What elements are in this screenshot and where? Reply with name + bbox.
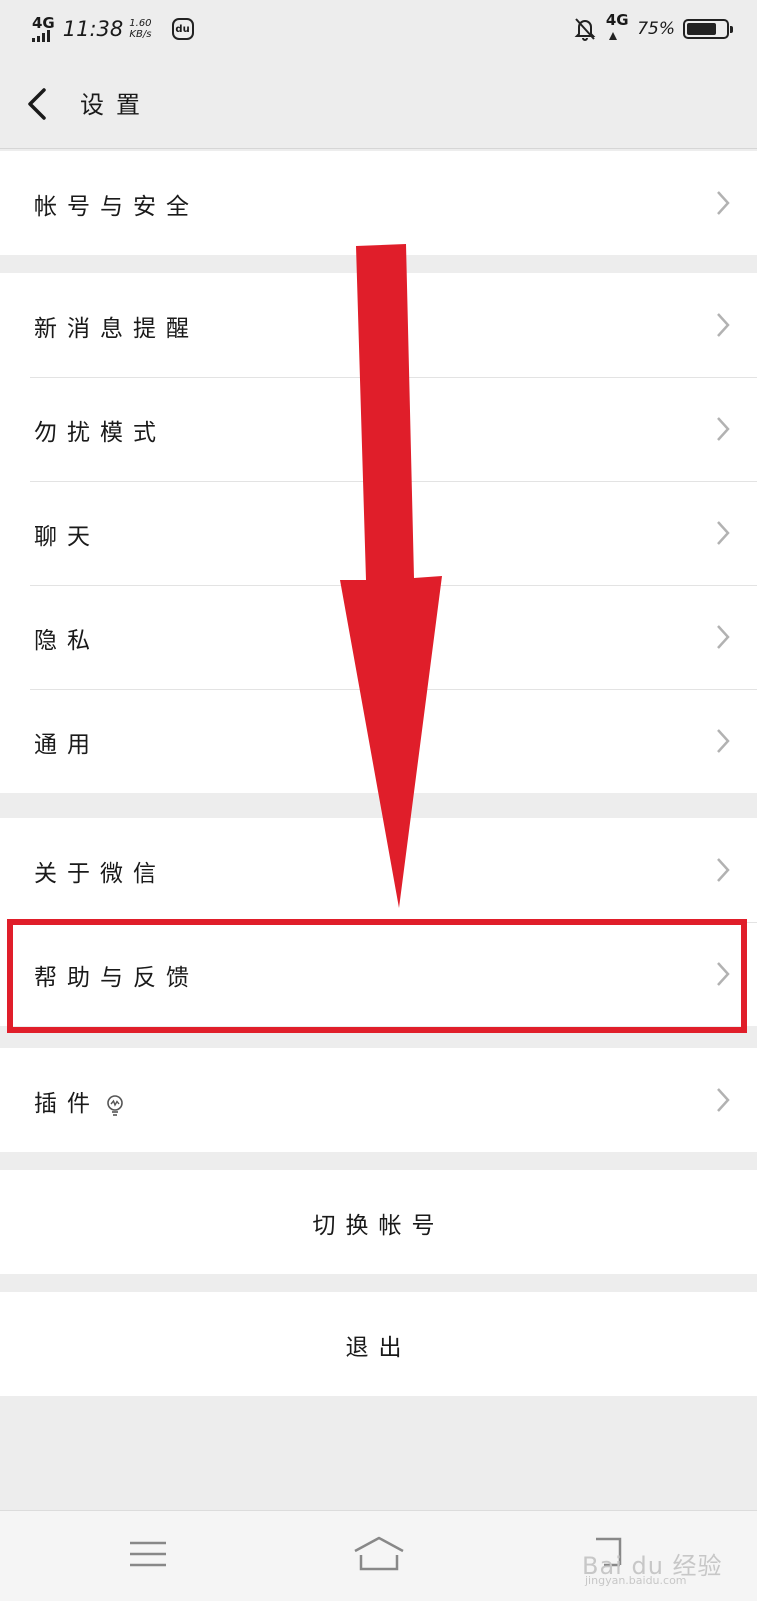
chevron-right-icon xyxy=(717,191,730,215)
menu-icon[interactable] xyxy=(130,1539,166,1569)
plugins-label-text: 插件 xyxy=(34,1091,100,1117)
signal-indicator-right: 4G xyxy=(605,10,629,46)
settings-item-about-wechat[interactable]: 关于微信 xyxy=(0,818,757,922)
speed-value: 1.60 xyxy=(129,18,152,29)
settings-group-preferences: 新消息提醒 勿扰模式 聊天 隐私 通用 xyxy=(0,273,757,793)
battery-percent: 75% xyxy=(637,19,675,39)
speed-unit: KB/s xyxy=(129,29,152,40)
highlight-box-annotation xyxy=(7,919,747,1033)
settings-item-notifications[interactable]: 新消息提醒 xyxy=(0,273,757,377)
settings-item-chat[interactable]: 聊天 xyxy=(0,481,757,585)
baidu-watermark-url: jingyan.baidu.com xyxy=(585,1574,687,1587)
chevron-right-icon xyxy=(717,417,730,441)
settings-item-general[interactable]: 通用 xyxy=(0,689,757,793)
logout-section: 退出 xyxy=(0,1292,757,1396)
network-type-label: 4G xyxy=(32,14,55,32)
battery-fill xyxy=(687,23,716,35)
page-title: 设置 xyxy=(80,91,152,119)
settings-item-label: 帐号与安全 xyxy=(34,194,199,220)
settings-group-account: 帐号与安全 xyxy=(0,151,757,255)
mute-bell-icon xyxy=(574,18,596,41)
settings-group-plugins: 插件 xyxy=(0,1048,757,1152)
nav-header: 设置 xyxy=(0,60,757,149)
battery-icon xyxy=(683,19,733,39)
lightbulb-icon xyxy=(107,1094,123,1116)
switch-account-label: 切换帐号 xyxy=(312,1213,445,1239)
switch-account-section: 切换帐号 xyxy=(0,1170,757,1274)
settings-item-privacy[interactable]: 隐私 xyxy=(0,585,757,689)
switch-account-button[interactable]: 切换帐号 xyxy=(0,1170,757,1274)
chevron-right-icon xyxy=(717,313,730,337)
logout-label: 退出 xyxy=(345,1335,412,1361)
back-arrow-icon[interactable] xyxy=(22,82,62,126)
settings-item-label: 新消息提醒 xyxy=(34,316,199,342)
settings-item-plugins[interactable]: 插件 xyxy=(0,1048,757,1152)
clock: 11:38 xyxy=(62,17,124,41)
logout-button[interactable]: 退出 xyxy=(0,1292,757,1396)
settings-item-label: 隐私 xyxy=(34,628,100,654)
settings-item-label: 聊天 xyxy=(34,524,100,550)
signal-indicator-left: 4G xyxy=(32,16,55,42)
chevron-right-icon xyxy=(717,729,730,753)
settings-item-account-security[interactable]: 帐号与安全 xyxy=(0,151,757,255)
status-bar: 4G 11:38 1.60 KB/s du 4G 75% xyxy=(0,0,757,60)
chevron-right-icon xyxy=(717,625,730,649)
settings-item-label: 通用 xyxy=(34,732,100,758)
du-app-icon: du xyxy=(171,18,194,40)
chevron-right-icon xyxy=(717,521,730,545)
chevron-right-icon xyxy=(717,1088,730,1112)
settings-item-label: 插件 xyxy=(34,1084,126,1118)
settings-item-do-not-disturb[interactable]: 勿扰模式 xyxy=(0,377,757,481)
settings-item-label: 关于微信 xyxy=(34,861,166,887)
home-icon[interactable] xyxy=(352,1535,406,1573)
data-arrows-icon xyxy=(609,31,618,40)
settings-item-label: 勿扰模式 xyxy=(34,420,166,446)
network-type-label-right: 4G xyxy=(605,10,629,29)
network-speed: 1.60 KB/s xyxy=(129,18,151,40)
chevron-right-icon xyxy=(717,858,730,882)
